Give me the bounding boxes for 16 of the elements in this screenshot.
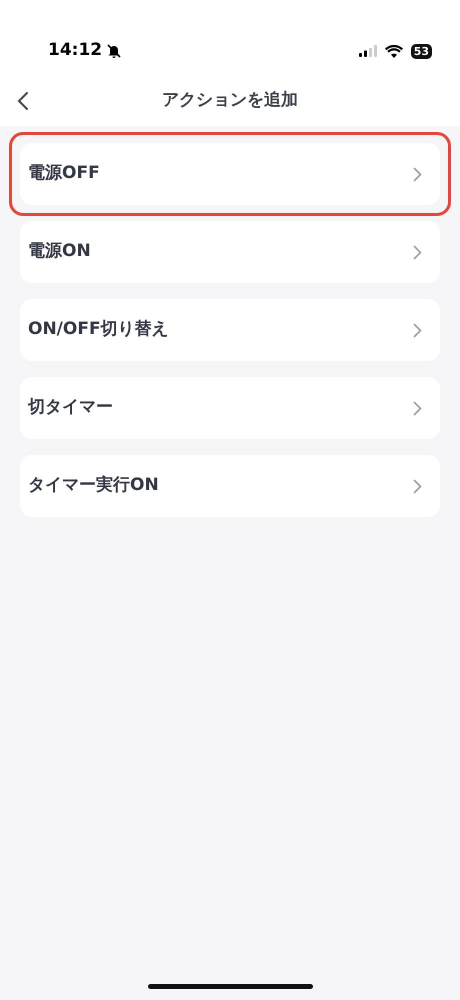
chevron-right-icon <box>413 166 422 182</box>
action-item[interactable]: タイマー実行ON <box>20 455 440 517</box>
action-item[interactable]: 切タイマー <box>20 377 440 439</box>
chevron-right-icon <box>413 400 422 416</box>
chevron-right-icon <box>413 478 422 494</box>
chevron-right-icon <box>413 244 422 260</box>
action-item[interactable]: 電源OFF <box>20 143 440 205</box>
chevron-right-icon <box>413 322 422 338</box>
action-item[interactable]: 電源ON <box>20 221 440 283</box>
action-item[interactable]: ON/OFF切り替え <box>20 299 440 361</box>
status-time: 14:12 <box>48 39 102 62</box>
signal-icon <box>358 45 377 57</box>
page-title: アクションを追加 <box>162 89 298 112</box>
wifi-icon <box>384 44 403 58</box>
muted-bell-icon <box>106 43 122 59</box>
battery-level: 53 <box>410 44 432 58</box>
